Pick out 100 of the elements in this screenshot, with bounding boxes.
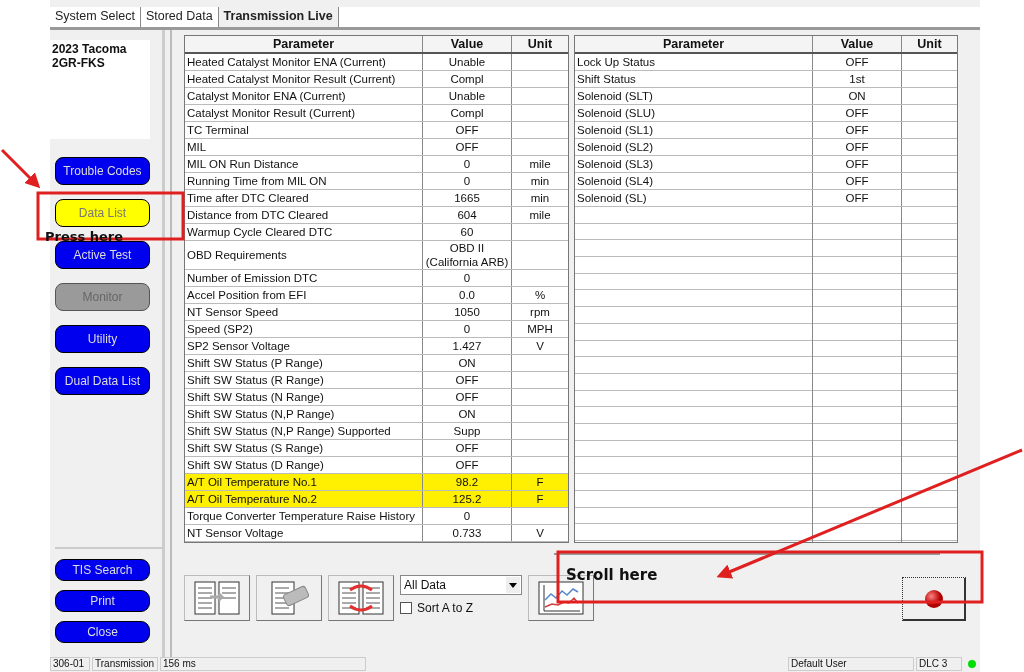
table-cell: 0 bbox=[423, 508, 512, 524]
table-cell: Shift SW Status (S Range) bbox=[185, 440, 423, 456]
caret-icon bbox=[509, 582, 517, 588]
table-cell: Solenoid (SL1) bbox=[575, 122, 813, 138]
status-field: 306-01 bbox=[50, 657, 90, 671]
table-cell: Number of Emission DTC bbox=[185, 270, 423, 286]
sidebar-button[interactable]: TIS Search bbox=[55, 559, 150, 581]
table-cell: MIL bbox=[185, 139, 423, 155]
table-cell: 1.427 bbox=[423, 338, 512, 354]
engine-code: 2GR-FKS bbox=[52, 56, 106, 70]
table-cell: Solenoid (SL2) bbox=[575, 139, 813, 155]
table-cell: Warmup Cycle Cleared DTC bbox=[185, 224, 423, 240]
table-cell: TC Terminal bbox=[185, 122, 423, 138]
table-cell: Shift SW Status (N,P Range) bbox=[185, 406, 423, 422]
table-cell: Solenoid (SL) bbox=[575, 190, 813, 206]
table-cell: Solenoid (SLT) bbox=[575, 88, 813, 104]
record-button[interactable] bbox=[902, 577, 966, 621]
column-header: Value bbox=[423, 36, 512, 52]
checkbox-label: Sort A to Z bbox=[417, 601, 474, 615]
table-cell-text: mile bbox=[528, 208, 552, 223]
table-cell-text: V bbox=[535, 339, 545, 354]
toolbar-button[interactable] bbox=[184, 575, 250, 621]
sidebar-button[interactable]: Utility bbox=[55, 325, 150, 353]
table-cell: Unable bbox=[423, 88, 512, 104]
status-field: DLC 3 bbox=[916, 657, 962, 671]
table-cell: OFF bbox=[423, 440, 512, 456]
table-cell: Catalyst Monitor Result (Current) bbox=[185, 105, 423, 121]
table-cell: 0 bbox=[423, 173, 512, 189]
table-cell: Distance from DTC Cleared bbox=[185, 207, 423, 223]
scrollbar[interactable] bbox=[554, 553, 940, 555]
vehicle-model: 2023 Tacoma bbox=[52, 42, 128, 56]
table-cell: Solenoid (SL4) bbox=[575, 173, 813, 189]
table-cell: OFF bbox=[813, 105, 902, 121]
line-graph-icon bbox=[536, 580, 586, 616]
status-field: Default User bbox=[788, 657, 914, 671]
checkbox[interactable] bbox=[400, 602, 412, 614]
table-cell: 604 bbox=[423, 207, 512, 223]
table-cell: Time after DTC Cleared bbox=[185, 190, 423, 206]
table-cell: OFF bbox=[423, 139, 512, 155]
table-cell: OFF bbox=[423, 389, 512, 405]
toolbar-button[interactable] bbox=[256, 575, 322, 621]
table-cell: 1050 bbox=[423, 304, 512, 320]
table-cell: SP2 Sensor Voltage bbox=[185, 338, 423, 354]
table-cell: OFF bbox=[423, 457, 512, 473]
tab[interactable]: Stored Data bbox=[140, 7, 219, 27]
sidebar-button[interactable]: Dual Data List bbox=[55, 367, 150, 395]
data-dropdown[interactable]: All Data bbox=[400, 575, 522, 595]
table-cell: 0 bbox=[423, 156, 512, 172]
table-cell: Shift SW Status (N Range) bbox=[185, 389, 423, 405]
table-cell: Torque Converter Temperature Raise History bbox=[185, 508, 423, 524]
sidebar-button[interactable]: Active Test bbox=[55, 241, 150, 269]
annotation-text: Scroll here bbox=[566, 567, 658, 583]
table-cell: Supp bbox=[423, 423, 512, 439]
table-cell: OFF bbox=[813, 190, 902, 206]
table-cell: OFF bbox=[813, 54, 902, 70]
toolbar-button[interactable] bbox=[328, 575, 394, 621]
table-cell: ON bbox=[423, 355, 512, 371]
table-cell: Running Time from MIL ON bbox=[185, 173, 423, 189]
table-cell: Compl bbox=[423, 71, 512, 87]
tab[interactable]: System Select bbox=[50, 7, 141, 27]
table-cell: NT Sensor Voltage bbox=[185, 525, 423, 541]
annotation-arrow bbox=[0, 148, 41, 189]
status-field: 156 ms bbox=[160, 657, 366, 671]
table-cell: Shift SW Status (D Range) bbox=[185, 457, 423, 473]
table-cell: Lock Up Status bbox=[575, 54, 813, 70]
table-cell-text: mile bbox=[528, 157, 552, 172]
tab[interactable]: Transmission Live bbox=[218, 7, 339, 27]
record-icon bbox=[924, 589, 943, 608]
table-cell: A/T Oil Temperature No.1 bbox=[185, 474, 423, 490]
table-cell: OFF bbox=[423, 122, 512, 138]
table-cell: OBD Requirements bbox=[185, 241, 423, 269]
table-cell: Speed (SP2) bbox=[185, 321, 423, 337]
table-cell: 1st bbox=[813, 71, 902, 87]
sidebar-button[interactable]: Trouble Codes bbox=[55, 157, 150, 185]
table-cell: Heated Catalyst Monitor ENA (Current) bbox=[185, 54, 423, 70]
table-cell: ON bbox=[813, 88, 902, 104]
sidebar-button[interactable]: Close bbox=[55, 621, 150, 643]
table-cell: Shift SW Status (R Range) bbox=[185, 372, 423, 388]
table-cell: Compl bbox=[423, 105, 512, 121]
swap-lists-icon bbox=[336, 580, 386, 616]
column-header: Unit bbox=[916, 36, 943, 52]
table-cell-text: min bbox=[529, 191, 551, 206]
table-cell: A/T Oil Temperature No.2 bbox=[185, 491, 423, 507]
table-cell-text: % bbox=[533, 288, 547, 303]
table-cell: ON bbox=[423, 406, 512, 422]
column-header: Unit bbox=[526, 36, 554, 52]
table-cell: Shift SW Status (N,P Range) Supported bbox=[185, 423, 423, 439]
table-cell: MIL ON Run Distance bbox=[185, 156, 423, 172]
table-cell: 60 bbox=[423, 224, 512, 240]
sidebar-button[interactable]: Print bbox=[55, 590, 150, 612]
table-cell: Heated Catalyst Monitor Result (Current) bbox=[185, 71, 423, 87]
sidebar-button[interactable]: Data List bbox=[55, 199, 150, 227]
table-cell: 0.0 bbox=[423, 287, 512, 303]
table-cell: 1665 bbox=[423, 190, 512, 206]
column-header: Value bbox=[813, 36, 902, 52]
table-cell: OFF bbox=[423, 372, 512, 388]
table-cell: NT Sensor Speed bbox=[185, 304, 423, 320]
column-header: Parameter bbox=[185, 36, 423, 52]
table-cell-text: F bbox=[535, 475, 545, 490]
table-cell: Unable bbox=[423, 54, 512, 70]
